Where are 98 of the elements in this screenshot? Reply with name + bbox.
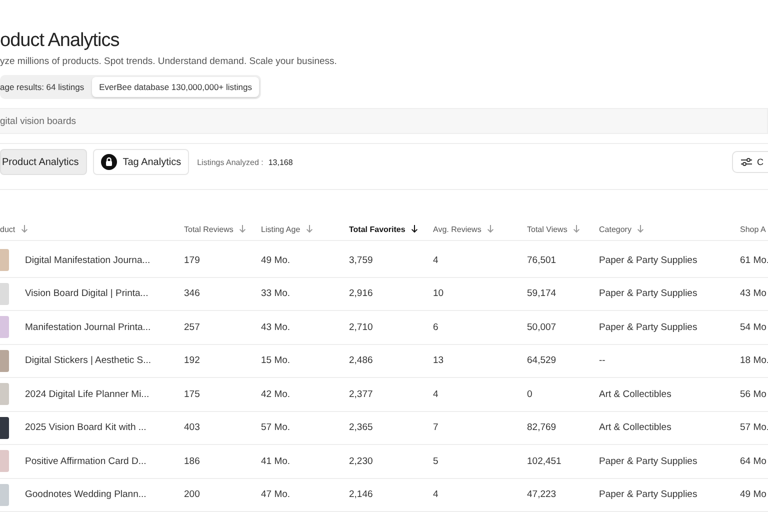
table-cell: Paper & Party Supplies [599, 288, 698, 300]
table-cell: 2,365 [349, 422, 373, 434]
table-cell: 4 [433, 254, 438, 266]
table-cell: 346 [184, 288, 200, 300]
scope-option[interactable]: EverBee database 130,000,000+ listings [92, 77, 259, 97]
column-header[interactable]: Avg. Reviews [433, 224, 494, 234]
table-cell: 192 [184, 355, 200, 366]
column-header[interactable]: Total Reviews [184, 224, 246, 234]
table-cell: 82,769 [527, 422, 556, 434]
table-cell: 4 [433, 489, 438, 500]
column-header[interactable]: Shop A [740, 224, 768, 234]
table-cell: 56 Mo [740, 388, 766, 400]
product-thumbnail [0, 450, 9, 472]
table-cell: 200 [184, 489, 200, 500]
column-header[interactable]: Total Views [527, 224, 580, 234]
page-subtitle: yze millions of products. Spot trends. Understand demand. Scale your business. [0, 56, 338, 67]
table-cell: 15 Mo. [261, 355, 290, 366]
sort-arrow-icon [239, 225, 246, 233]
table-cell: Paper & Party Supplies [599, 322, 698, 333]
table-cell: 13 [433, 355, 444, 366]
product-name[interactable]: Manifestation Journal Printa... [25, 322, 151, 333]
table-cell: -- [599, 355, 606, 366]
table-cell: 257 [184, 322, 200, 333]
table-cell: 18 Mo. [740, 355, 768, 366]
table-cell: 64 Mo [740, 456, 766, 467]
product-thumbnail [0, 249, 9, 272]
table-cell: 33 Mo. [261, 288, 290, 300]
column-header[interactable]: Listing Age [261, 224, 314, 234]
table-cell: Art & Collectibles [599, 422, 672, 434]
table-cell: 2,486 [349, 355, 373, 366]
table-cell: 186 [184, 456, 200, 467]
product-thumbnail [0, 316, 9, 338]
sort-arrow-icon [573, 225, 580, 233]
scope-option[interactable]: age results: 64 listings [0, 77, 86, 97]
analytics-tab[interactable]: Tag Analytics [92, 149, 190, 175]
table-cell: 61 Mo. [740, 254, 768, 266]
table-cell: 6 [433, 322, 438, 333]
table-cell: 3,759 [349, 254, 373, 266]
product-thumbnail [0, 416, 9, 439]
column-header[interactable]: Total Favorites [349, 224, 418, 234]
table-cell: Art & Collectibles [599, 388, 672, 400]
table-cell: 43 Mo [740, 288, 766, 300]
product-name[interactable]: 2025 Vision Board Kit with ... [25, 422, 146, 434]
listings-analyzed-label: Listings Analyzed : [197, 158, 264, 166]
table-cell: 54 Mo [740, 322, 766, 333]
product-name[interactable]: Digital Stickers | Aesthetic S... [25, 355, 152, 366]
search-field[interactable]: gital vision boards [0, 108, 768, 134]
sort-arrow-icon [411, 225, 418, 233]
table-cell: 403 [184, 422, 200, 434]
table-cell: 2,146 [349, 489, 373, 500]
product-thumbnail [0, 282, 9, 305]
column-header[interactable]: duct [0, 224, 28, 234]
product-name[interactable]: Positive Affirmation Card D... [25, 456, 146, 467]
table-cell: 76,501 [527, 254, 556, 266]
table-cell: 57 Mo. [740, 422, 768, 434]
sort-arrow-icon [306, 225, 314, 233]
sort-arrow-icon [637, 225, 644, 233]
analytics-tab[interactable]: Product Analytics [0, 149, 87, 175]
table-cell: 2,710 [349, 322, 373, 333]
table-cell: 10 [433, 288, 444, 300]
product-thumbnail [0, 484, 9, 506]
table-cell: 7 [433, 422, 438, 434]
table-cell: 175 [184, 388, 200, 400]
page-title: oduct Analytics [0, 30, 120, 52]
table-cell: Paper & Party Supplies [599, 456, 698, 467]
table-cell: 2,916 [349, 288, 373, 300]
table-cell: 64,529 [527, 355, 556, 366]
table-cell: 47,223 [527, 489, 556, 500]
table-cell: 47 Mo. [261, 489, 290, 500]
product-thumbnail [0, 350, 9, 372]
table-cell: 2,377 [349, 388, 373, 400]
table-cell: 50,007 [527, 322, 556, 333]
table-cell: 59,174 [527, 288, 556, 300]
column-header[interactable]: Category [599, 224, 644, 234]
table-cell: 42 Mo. [261, 388, 290, 400]
table-cell: 49 Mo. [261, 254, 290, 266]
product-name[interactable]: Vision Board Digital | Printa... [25, 288, 148, 300]
table-cell: 49 Mo [740, 489, 766, 500]
product-name[interactable]: Goodnotes Wedding Plann... [25, 489, 146, 500]
table-cell: 4 [433, 388, 438, 400]
sort-arrow-icon [487, 225, 494, 233]
listings-analyzed-count: 13,168 [268, 158, 293, 166]
table-cell: 0 [527, 388, 532, 400]
table-cell: 102,451 [527, 456, 562, 467]
table-cell: 5 [433, 456, 438, 467]
sort-arrow-icon [21, 225, 28, 233]
table-cell: 41 Mo. [261, 456, 290, 467]
table-cell: Paper & Party Supplies [599, 489, 698, 500]
sliders-icon [741, 157, 752, 167]
product-thumbnail [0, 383, 9, 406]
table-cell: 2,230 [349, 456, 373, 467]
columns-button[interactable]: C [732, 151, 768, 173]
table-cell: 179 [184, 254, 200, 266]
table-cell: 57 Mo. [261, 422, 290, 434]
table-cell: 43 Mo. [261, 322, 290, 333]
table-cell: Paper & Party Supplies [599, 254, 698, 266]
product-name[interactable]: Digital Manifestation Journa... [25, 254, 150, 266]
product-name[interactable]: 2024 Digital Life Planner Mi... [25, 388, 150, 400]
